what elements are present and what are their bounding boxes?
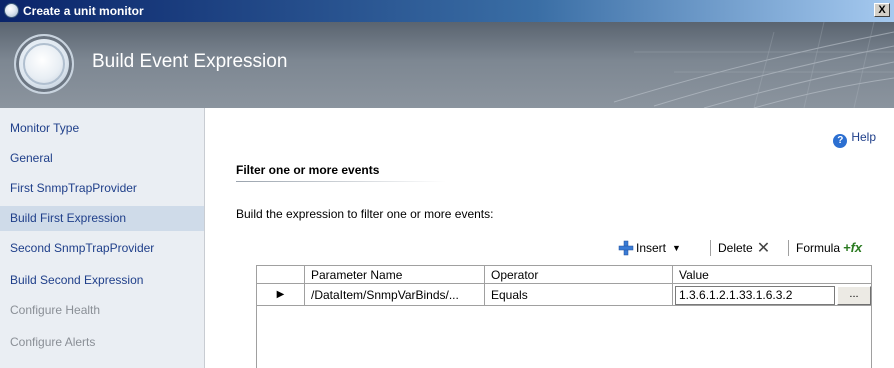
chevron-down-icon[interactable]: ▼: [672, 237, 681, 259]
nav-item-build-second-expression[interactable]: Build Second Expression: [0, 268, 204, 293]
delete-icon: ✕: [756, 240, 771, 257]
insert-label: Insert: [636, 241, 667, 255]
nav-item-monitor-type[interactable]: Monitor Type: [0, 116, 204, 141]
help-label: Help: [851, 130, 876, 144]
nav-item-configure-health: Configure Health: [10, 303, 101, 317]
expression-grid: Parameter Name Operator Value ▶ /DataIte…: [256, 265, 872, 368]
value-input[interactable]: 1.3.6.1.2.1.33.1.6.3.2: [675, 286, 835, 305]
delete-button[interactable]: Delete ✕: [718, 237, 770, 259]
toolbar-separator: [710, 240, 711, 256]
instruction-text: Build the expression to filter one or mo…: [236, 207, 494, 221]
title-bar: Create a unit monitor X: [0, 0, 894, 22]
wizard-banner: Build Event Expression: [0, 22, 894, 108]
column-header-operator[interactable]: Operator: [485, 266, 673, 284]
value-browse-button[interactable]: ...: [837, 286, 871, 305]
nav-item-configure-alerts: Configure Alerts: [10, 335, 96, 349]
formula-button[interactable]: Formula +fx: [796, 237, 862, 259]
toolbar-separator: [788, 240, 789, 256]
main-panel: ? Help Filter one or more events Build th…: [206, 108, 894, 368]
nav-item-build-first-expression[interactable]: Build First Expression: [0, 206, 204, 231]
nav-item-second-snmptrapprovider[interactable]: Second SnmpTrapProvider: [0, 236, 204, 261]
section-divider: [236, 181, 446, 182]
wizard-nav: Monitor Type General First SnmpTrapProvi…: [0, 108, 205, 368]
nav-item-first-snmptrapprovider[interactable]: First SnmpTrapProvider: [0, 176, 204, 201]
column-header-parameter-name[interactable]: Parameter Name: [305, 266, 485, 284]
page-heading: Build Event Expression: [92, 51, 288, 72]
row-header-corner: [257, 266, 305, 284]
nav-item-general[interactable]: General: [0, 146, 204, 171]
cell-parameter-name[interactable]: /DataItem/SnmpVarBinds/...: [305, 284, 485, 306]
cell-operator[interactable]: Equals: [485, 284, 673, 306]
close-button[interactable]: X: [874, 3, 890, 17]
section-title: Filter one or more events: [236, 163, 380, 177]
formula-icon: +fx: [843, 240, 863, 255]
insert-button[interactable]: Insert ▼: [618, 237, 681, 259]
help-icon: ?: [833, 134, 848, 148]
delete-label: Delete: [718, 241, 753, 255]
formula-label: Formula: [796, 241, 841, 255]
window-title: Create a unit monitor: [23, 4, 144, 18]
insert-icon: [618, 240, 634, 256]
banner-decoration: [613, 22, 894, 108]
app-icon: [4, 3, 19, 18]
row-selector[interactable]: ▶: [257, 284, 305, 306]
help-link[interactable]: ? Help: [833, 130, 876, 148]
product-logo-icon: [14, 34, 74, 94]
column-header-value[interactable]: Value: [673, 266, 871, 284]
